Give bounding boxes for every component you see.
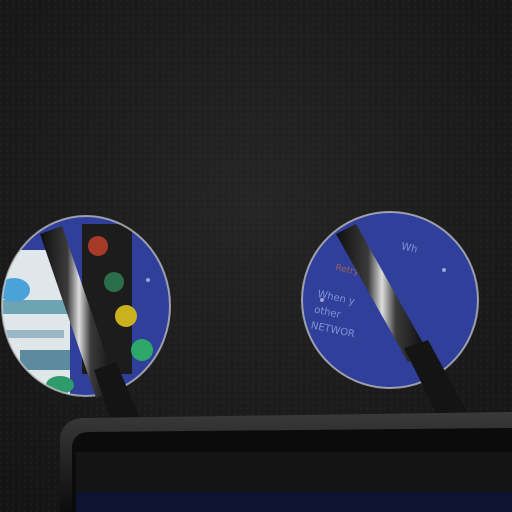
- photo-scene: Wh Retry When y other NETWOR: [0, 0, 512, 512]
- traffic-light-green-top: [104, 272, 124, 292]
- device-frame: [60, 412, 512, 512]
- traffic-light-red: [88, 236, 108, 256]
- traffic-light-green: [131, 339, 153, 361]
- traffic-light-yellow: [115, 305, 137, 327]
